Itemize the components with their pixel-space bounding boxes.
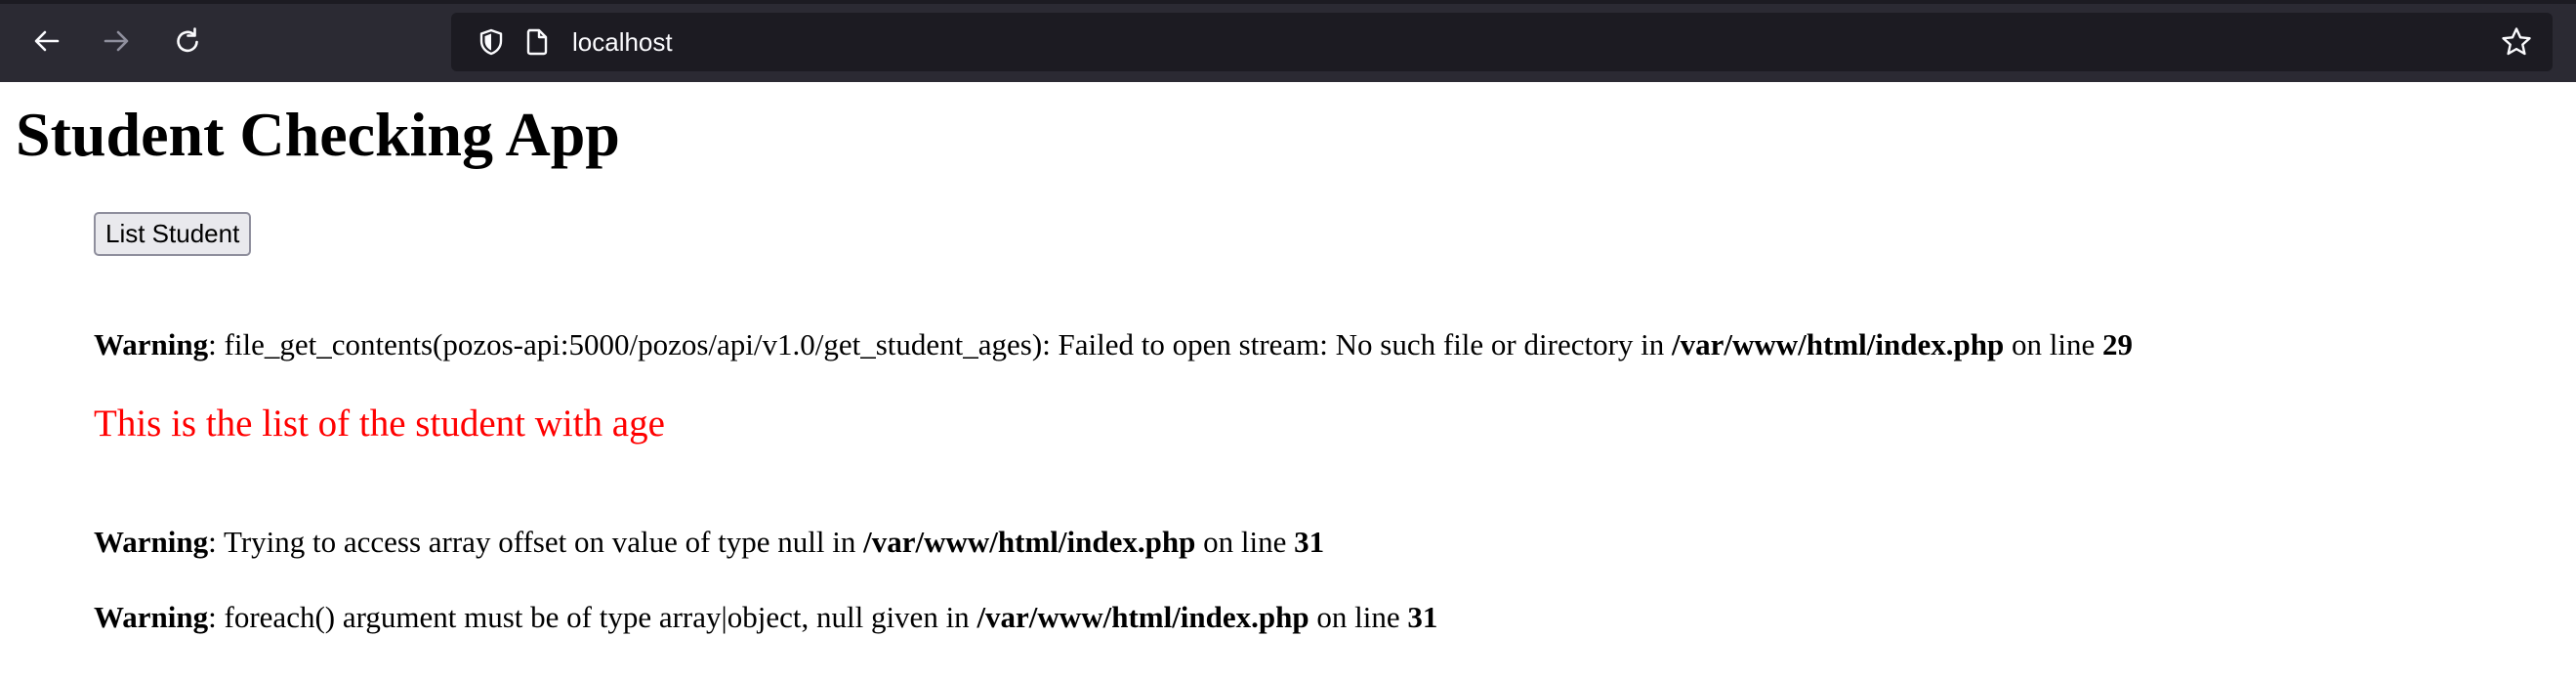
warning-file: /var/www/html/index.php bbox=[976, 600, 1309, 634]
warning-message: foreach() argument must be of type array… bbox=[224, 600, 977, 634]
php-warning: Warning: Trying to access array offset o… bbox=[94, 523, 1324, 562]
toolbar-top-edge bbox=[0, 0, 2576, 4]
page-icon[interactable] bbox=[523, 27, 551, 62]
warning-label: Warning bbox=[94, 327, 209, 361]
list-student-button[interactable]: List Student bbox=[94, 212, 252, 256]
php-warning: Warning: foreach() argument must be of t… bbox=[94, 598, 1437, 637]
warning-line-number: 31 bbox=[1294, 525, 1325, 559]
warning-file: /var/www/html/index.php bbox=[863, 525, 1196, 559]
star-icon bbox=[2502, 27, 2531, 56]
forward-button[interactable] bbox=[95, 20, 138, 63]
warning-line-number: 31 bbox=[1407, 600, 1438, 634]
arrow-right-icon bbox=[104, 30, 129, 52]
warning-on-line: on line bbox=[1309, 600, 1408, 634]
reload-icon bbox=[177, 27, 198, 53]
arrow-left-icon bbox=[34, 30, 60, 52]
warning-on-line: on line bbox=[1195, 525, 1295, 559]
page-title: Student Checking App bbox=[16, 100, 620, 169]
warning-label: Warning bbox=[94, 600, 209, 634]
warning-separator: : bbox=[208, 525, 224, 559]
warning-on-line: on line bbox=[2004, 327, 2102, 361]
student-list-heading: This is the list of the student with age bbox=[94, 403, 665, 445]
browser-toolbar: localhost bbox=[0, 0, 2576, 82]
warning-message: file_get_contents(pozos-api:5000/pozos/a… bbox=[224, 327, 1673, 361]
shield-icon[interactable] bbox=[477, 27, 506, 62]
page-content: Student Checking App List Student Warnin… bbox=[0, 82, 2576, 680]
warning-line-number: 29 bbox=[2101, 327, 2133, 361]
warning-separator: : bbox=[208, 600, 225, 634]
warning-message: Trying to access array offset on value o… bbox=[223, 525, 864, 559]
address-bar[interactable] bbox=[451, 13, 2553, 71]
bookmark-button[interactable] bbox=[2500, 25, 2533, 64]
php-warning: Warning: file_get_contents(pozos-api:500… bbox=[94, 325, 2133, 364]
reload-button[interactable] bbox=[166, 20, 209, 63]
warning-label: Warning bbox=[94, 525, 209, 559]
back-button[interactable] bbox=[25, 20, 68, 63]
warning-file: /var/www/html/index.php bbox=[1672, 327, 2005, 361]
url-text[interactable]: localhost bbox=[572, 25, 673, 59]
warning-separator: : bbox=[208, 327, 225, 361]
